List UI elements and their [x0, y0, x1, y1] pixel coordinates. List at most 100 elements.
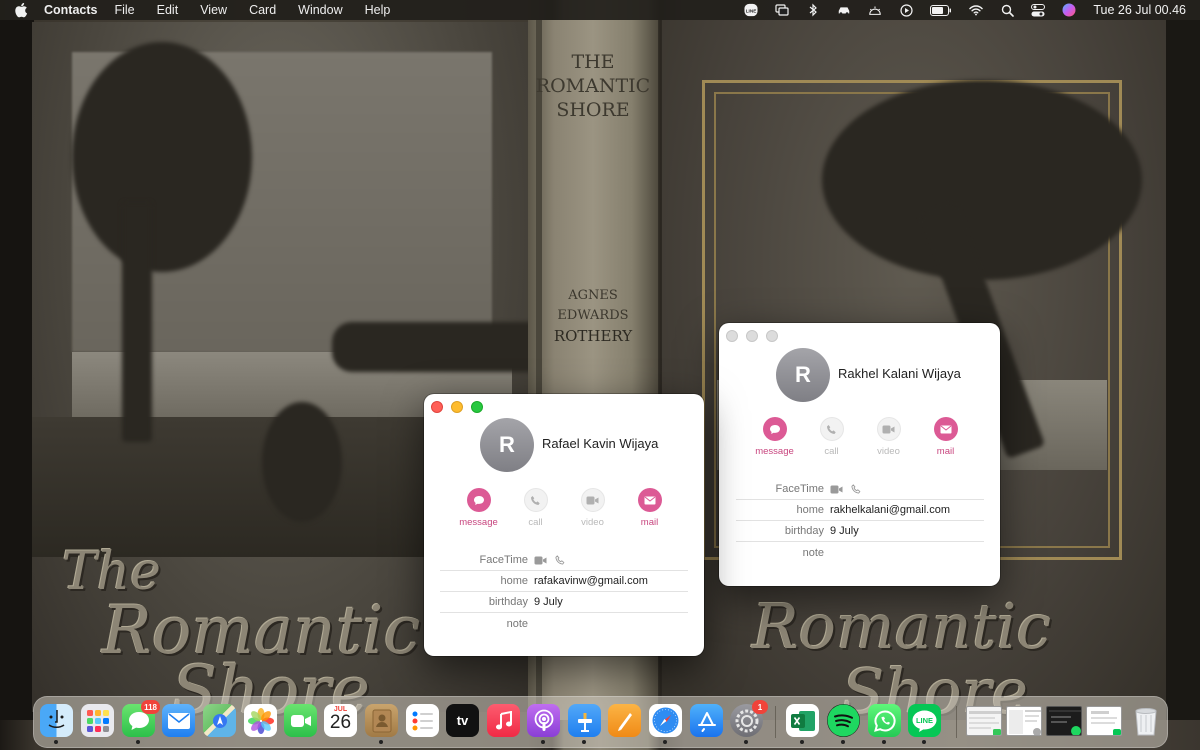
dock-podcasts[interactable]: [527, 704, 560, 737]
home-email-value[interactable]: rafakavinw@gmail.com: [534, 575, 648, 587]
dock-launchpad[interactable]: [81, 704, 114, 737]
contact-card-window-rakhel[interactable]: R Rakhel Kalani Wijaya message call vide…: [719, 323, 1000, 586]
car-icon[interactable]: [837, 3, 851, 17]
menu-bar-clock[interactable]: Tue 26 Jul 00.46: [1093, 3, 1186, 17]
note-label: note: [506, 617, 528, 630]
menu-help[interactable]: Help: [365, 3, 391, 17]
dock-whatsapp[interactable]: [868, 704, 901, 737]
spotify-icon: [827, 704, 860, 737]
minimized-window-1[interactable]: [966, 706, 1002, 736]
dock-apple-tv[interactable]: tv: [446, 704, 479, 737]
dock-facetime[interactable]: [284, 704, 317, 737]
dock-app-store[interactable]: [690, 704, 723, 737]
minimized-window-icon: [969, 711, 1001, 735]
control-center-icon[interactable]: [1031, 3, 1046, 17]
mail-button[interactable]: mail: [917, 417, 974, 457]
zoom-button[interactable]: [471, 401, 483, 413]
close-button[interactable]: [726, 330, 738, 342]
minimized-window-4[interactable]: [1086, 706, 1122, 736]
note-row[interactable]: note: [736, 542, 984, 563]
minimize-button[interactable]: [451, 401, 463, 413]
svg-text:LINE: LINE: [916, 716, 933, 725]
facetime-label: FaceTime: [775, 483, 825, 495]
minimized-window-icon: [1091, 711, 1121, 735]
video-button[interactable]: video: [860, 417, 917, 457]
menu-app-name[interactable]: Contacts: [44, 3, 97, 17]
spotlight-search-icon[interactable]: [1000, 3, 1014, 17]
home-email-value[interactable]: rakhelkalani@gmail.com: [830, 504, 950, 516]
menu-window[interactable]: Window: [298, 3, 342, 17]
video-button[interactable]: video: [564, 488, 621, 528]
dock-keynote[interactable]: [568, 704, 601, 737]
facetime-audio-icon[interactable]: [555, 555, 565, 565]
dock-pages[interactable]: [608, 704, 641, 737]
dock-calendar[interactable]: JUL 26: [324, 704, 357, 737]
message-button[interactable]: message: [746, 417, 803, 457]
email-row: home rakhelkalani@gmail.com: [736, 500, 984, 521]
play-icon[interactable]: [899, 3, 913, 17]
dock-reminders[interactable]: [406, 704, 439, 737]
screen-mirroring-icon[interactable]: [775, 3, 789, 17]
minimized-window-3[interactable]: [1046, 706, 1082, 736]
dock-spotify[interactable]: [827, 704, 860, 737]
dock-excel[interactable]: [786, 704, 819, 737]
facetime-video-icon[interactable]: [830, 485, 843, 494]
dock-mail[interactable]: [162, 704, 195, 737]
dock-system-preferences[interactable]: 1: [730, 700, 768, 737]
dock-safari[interactable]: [649, 704, 682, 737]
message-icon: [473, 495, 484, 505]
minimized-window-icon: [1049, 710, 1081, 735]
menu-bar: Contacts File Edit View Card Window Help…: [0, 0, 1200, 20]
note-label: note: [802, 546, 824, 559]
menu-card[interactable]: Card: [249, 3, 276, 17]
line-icon[interactable]: LINE: [744, 3, 758, 17]
brightness-icon[interactable]: [868, 3, 882, 17]
dock-photos[interactable]: [244, 704, 277, 737]
facetime-video-icon[interactable]: [534, 556, 547, 565]
dock-line[interactable]: LINE: [908, 704, 941, 737]
music-icon: [495, 710, 512, 729]
dock-finder[interactable]: [40, 704, 73, 737]
close-button[interactable]: [431, 401, 443, 413]
dock-maps[interactable]: [203, 704, 236, 737]
facetime-row: FaceTime: [736, 479, 984, 500]
zoom-button[interactable]: [766, 330, 778, 342]
menu-file[interactable]: File: [114, 3, 134, 17]
contact-actions: message call video mail: [450, 488, 678, 528]
mail-button[interactable]: mail: [621, 488, 678, 528]
video-icon: [586, 496, 599, 504]
facetime-icon: [290, 714, 311, 727]
menu-view[interactable]: View: [200, 3, 227, 17]
dock-messages[interactable]: 118: [122, 700, 160, 737]
minimize-button[interactable]: [746, 330, 758, 342]
dock-separator: [775, 706, 776, 738]
note-row[interactable]: note: [440, 613, 688, 634]
message-button[interactable]: message: [450, 488, 507, 528]
cover-title-word-2: Romantic: [752, 590, 1052, 663]
dock-music[interactable]: [487, 704, 520, 737]
siri-icon[interactable]: [1062, 3, 1076, 17]
contact-fields: FaceTime home rafakavinw@gmail.com birth…: [440, 550, 688, 634]
contact-card-window-rafael[interactable]: R Rafael Kavin Wijaya message call video…: [424, 394, 704, 656]
menu-edit[interactable]: Edit: [157, 3, 179, 17]
facetime-row: FaceTime: [440, 550, 688, 571]
battery-icon[interactable]: [930, 3, 952, 17]
keynote-icon: [577, 712, 592, 732]
wifi-icon[interactable]: [969, 3, 984, 17]
call-button[interactable]: call: [507, 488, 564, 528]
facetime-audio-icon[interactable]: [851, 484, 861, 494]
finder-icon: [48, 710, 65, 728]
dock: 118 JUL 26 tv 1 LINE: [33, 696, 1168, 748]
apple-menu-icon[interactable]: [14, 2, 30, 18]
spine-author: AGNES EDWARDS ROTHERY: [553, 288, 633, 345]
minimized-window-2[interactable]: [1006, 706, 1042, 736]
bluetooth-icon[interactable]: [806, 3, 820, 17]
dock-trash[interactable]: [1129, 704, 1162, 737]
contacts-icon: [372, 709, 391, 732]
birthday-label: birthday: [784, 525, 824, 537]
contact-actions: message call video mail: [746, 417, 974, 457]
avatar: R: [776, 348, 830, 402]
call-button[interactable]: call: [803, 417, 860, 457]
mail-icon: [644, 496, 655, 504]
dock-contacts[interactable]: [365, 704, 398, 737]
